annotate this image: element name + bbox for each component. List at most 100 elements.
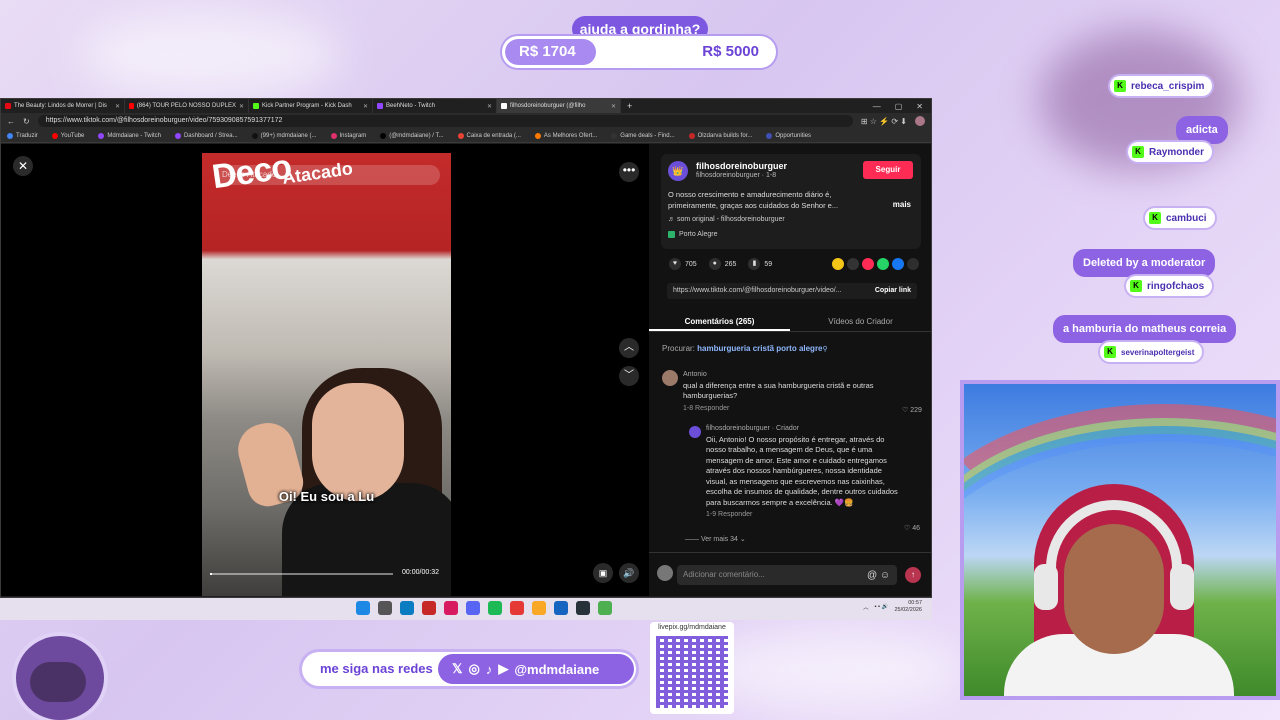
tray-icons[interactable]: ▪ ▪ 🔊 bbox=[875, 604, 889, 610]
follow-button[interactable]: Seguir bbox=[863, 161, 913, 179]
comment-meta[interactable]: 1-8 Responder bbox=[683, 404, 893, 415]
calendar-icon[interactable] bbox=[510, 601, 524, 615]
clock-date: 25/02/2026 bbox=[894, 607, 922, 613]
send-to-friends-icon[interactable] bbox=[862, 258, 874, 270]
bookmark-item[interactable]: (99+) mdmdaiane (... bbox=[251, 132, 317, 139]
send-comment-button[interactable]: ↑ bbox=[905, 567, 921, 583]
steam-icon[interactable] bbox=[576, 601, 590, 615]
qr-code bbox=[656, 636, 728, 708]
post-link: https://www.tiktok.com/@filhosdoreinobur… bbox=[673, 287, 842, 294]
location-tag[interactable]: Porto Alegre bbox=[668, 231, 718, 238]
browser-tab[interactable]: Kick Partner Program - Kick Dash ✕ bbox=[249, 99, 373, 113]
pip-button[interactable]: ▣ bbox=[593, 563, 613, 583]
maximize-icon[interactable]: ▢ bbox=[895, 102, 903, 111]
settings-icon[interactable] bbox=[444, 601, 458, 615]
comment-button[interactable]: ● 265 bbox=[708, 258, 736, 270]
profile-avatar[interactable] bbox=[915, 116, 925, 126]
video-progress-bar[interactable] bbox=[210, 573, 393, 575]
browser-tab[interactable]: (864) TOUR PELO NOSSO DUPLEX ✕ bbox=[125, 99, 249, 113]
discord-icon[interactable] bbox=[466, 601, 480, 615]
chrome-icon[interactable] bbox=[598, 601, 612, 615]
share-icons bbox=[832, 258, 919, 270]
bookmark-item[interactable]: Caixa de entrada (... bbox=[457, 132, 521, 139]
tray-arrow-icon[interactable]: ︿ bbox=[863, 603, 869, 611]
volume-button[interactable]: 🔊 bbox=[619, 563, 639, 583]
browser-tab-active[interactable]: filhosdoreinoburguer (@filho ✕ bbox=[497, 99, 621, 113]
creator-avatar[interactable]: 👑 bbox=[668, 161, 688, 181]
reply-author[interactable]: filhosdoreinoburguer · Criador bbox=[706, 424, 898, 435]
close-window-icon[interactable]: ✕ bbox=[916, 102, 923, 111]
opera-icon[interactable] bbox=[422, 601, 436, 615]
video-search-bar[interactable]: Deeco Atacado bbox=[214, 165, 440, 185]
bookmark-item[interactable]: Mdmdaiane - Twitch bbox=[98, 132, 161, 139]
view-more-replies[interactable]: —— Ver mais 34 ⌄ bbox=[685, 535, 746, 543]
more-options-button[interactable]: ••• bbox=[619, 162, 639, 182]
bookmark-label: (99+) mdmdaiane (... bbox=[260, 132, 317, 139]
windows-start-icon[interactable] bbox=[356, 601, 370, 615]
minimize-icon[interactable]: — bbox=[873, 102, 881, 111]
bookmark-item[interactable]: Traduzir bbox=[7, 132, 38, 139]
reply-meta[interactable]: 1-9 Responder bbox=[706, 510, 898, 521]
clock-time: 00:57 bbox=[908, 600, 922, 606]
bookmark-item[interactable]: Dashboard / Strea... bbox=[174, 132, 238, 139]
commenter-name[interactable]: Antonio bbox=[683, 370, 893, 381]
bookmark-icon: ▮ bbox=[748, 258, 761, 270]
browser-tab[interactable]: The Beauty: Lindos de Morrer | Dis ✕ bbox=[1, 99, 125, 113]
bookmark-item[interactable]: Game deals - Find... bbox=[611, 132, 675, 139]
back-icon[interactable]: ← bbox=[7, 117, 15, 126]
clock[interactable]: 00:57 25/02/2026 bbox=[894, 600, 922, 614]
close-video-button[interactable]: ✕ bbox=[13, 156, 33, 176]
bookmark-item[interactable]: Olzdarva builds for... bbox=[688, 132, 752, 139]
add-comment-input[interactable]: Adicionar comentário... bbox=[677, 565, 897, 585]
comment-icon: ● bbox=[708, 258, 721, 270]
browser-window: The Beauty: Lindos de Morrer | Dis ✕ (864… bbox=[0, 98, 932, 598]
store-icon[interactable] bbox=[554, 601, 568, 615]
copy-link-button[interactable]: Copiar link bbox=[870, 283, 911, 299]
youtube-icon: ▶ bbox=[498, 661, 509, 676]
repost-icon[interactable] bbox=[832, 258, 844, 270]
next-video-button[interactable]: ﹀ bbox=[619, 366, 639, 386]
file-explorer-icon[interactable] bbox=[532, 601, 546, 615]
chat-user-label: cambuci bbox=[1166, 212, 1207, 224]
share-arrow-icon[interactable] bbox=[907, 258, 919, 270]
creator-username[interactable]: filhosdoreinoburguer bbox=[696, 161, 787, 171]
close-icon[interactable]: ✕ bbox=[487, 103, 492, 110]
bookmark-item[interactable]: As Melhores Ofert... bbox=[534, 132, 597, 139]
close-icon[interactable]: ✕ bbox=[611, 103, 616, 110]
close-icon[interactable]: ✕ bbox=[115, 103, 120, 110]
spotify-icon[interactable] bbox=[488, 601, 502, 615]
save-button[interactable]: ▮ 59 bbox=[748, 258, 772, 270]
tab-comments[interactable]: Comentários (265) bbox=[649, 314, 790, 331]
tab-creator-videos[interactable]: Vídeos do Criador bbox=[790, 314, 931, 331]
bookmark-item[interactable]: (@mdmdaiane) / T... bbox=[380, 132, 444, 139]
post-description: O nosso crescimento e amadurecimento diá… bbox=[668, 190, 839, 210]
creator-reply-avatar[interactable] bbox=[689, 426, 701, 438]
comment-likes[interactable]: ♡ 229 bbox=[902, 406, 922, 414]
bookmark-item[interactable]: Instagram bbox=[330, 132, 366, 139]
kick-icon: K bbox=[1114, 80, 1126, 92]
address-bar-row: ← ↻ https://www.tiktok.com/@filhosdorein… bbox=[1, 113, 931, 129]
reload-icon[interactable]: ↻ bbox=[23, 117, 30, 126]
like-button[interactable]: ♥ 705 bbox=[669, 258, 697, 270]
related-search[interactable]: Procurar: hamburgueria cristã porto aleg… bbox=[662, 344, 828, 353]
facebook-icon[interactable] bbox=[892, 258, 904, 270]
more-description-link[interactable]: mais bbox=[893, 200, 911, 209]
edge-icon[interactable] bbox=[400, 601, 414, 615]
task-view-icon[interactable] bbox=[378, 601, 392, 615]
previous-video-button[interactable]: ︿ bbox=[619, 338, 639, 358]
reply-likes[interactable]: ♡ 46 bbox=[904, 524, 920, 532]
bookmark-item[interactable]: YouTube bbox=[51, 132, 84, 139]
close-icon[interactable]: ✕ bbox=[239, 103, 244, 110]
comment: Antonio qual a diferença entre a sua ham… bbox=[683, 370, 893, 414]
address-bar[interactable]: https://www.tiktok.com/@filhosdoreinobur… bbox=[37, 115, 853, 127]
extensions-icon[interactable]: ⊞ ☆ ⚡ ⟳ ⬇ bbox=[861, 117, 907, 126]
bookmark-item[interactable]: Opportunities bbox=[766, 132, 811, 139]
close-icon[interactable]: ✕ bbox=[363, 103, 368, 110]
browser-tab[interactable]: BeehNeto - Twitch ✕ bbox=[373, 99, 497, 113]
whatsapp-icon[interactable] bbox=[877, 258, 889, 270]
commenter-avatar[interactable] bbox=[662, 370, 678, 386]
video-player[interactable]: Deco Atacado Deeco Atacado Oi! Eu sou a … bbox=[202, 153, 451, 596]
embed-icon[interactable] bbox=[847, 258, 859, 270]
new-tab-icon[interactable]: + bbox=[621, 101, 638, 111]
music-link[interactable]: ♬ som original - filhosdoreinoburguer bbox=[668, 216, 785, 223]
